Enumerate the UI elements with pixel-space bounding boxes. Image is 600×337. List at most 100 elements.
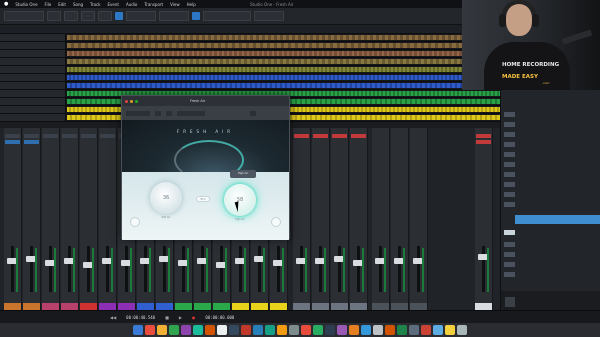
trash-icon[interactable]	[457, 325, 467, 335]
audio-clip[interactable]	[67, 83, 500, 88]
app-icon[interactable]	[157, 325, 167, 335]
menu-edit[interactable]: Edit	[58, 2, 66, 7]
insert-slot[interactable]	[294, 134, 309, 138]
insert-slot[interactable]	[81, 134, 96, 138]
channel-strip[interactable]	[293, 128, 311, 310]
browser-item[interactable]	[517, 121, 597, 128]
track-row[interactable]	[0, 50, 500, 58]
fader-track[interactable]	[49, 246, 52, 292]
fader-track[interactable]	[379, 246, 382, 292]
fader-track[interactable]	[398, 246, 401, 292]
stop-icon[interactable]: ■	[165, 315, 169, 320]
app-icon[interactable]	[349, 325, 359, 335]
fader-track[interactable]	[87, 246, 90, 292]
fader-track[interactable]	[106, 246, 109, 292]
channel-strip[interactable]	[410, 128, 428, 310]
fader-track[interactable]	[30, 246, 33, 292]
fader-track[interactable]	[163, 246, 166, 292]
fader-track[interactable]	[201, 246, 204, 292]
track-header[interactable]	[0, 74, 66, 81]
rewind-icon[interactable]: ◀◀	[110, 315, 116, 320]
channel-strip[interactable]	[391, 128, 409, 310]
fader-track[interactable]	[68, 246, 71, 292]
track-header[interactable]	[0, 50, 66, 57]
insert-slot[interactable]	[476, 140, 491, 144]
browser-item[interactable]	[517, 131, 597, 138]
track-row[interactable]	[0, 66, 500, 74]
channel-strip[interactable]	[42, 128, 60, 310]
channel-strip[interactable]	[4, 128, 22, 310]
browser-item[interactable]	[517, 191, 597, 198]
insert-slot[interactable]	[332, 134, 347, 138]
browser-item[interactable]	[517, 171, 597, 178]
menu-track[interactable]: Track	[90, 2, 100, 7]
edit-mode-toggle[interactable]	[192, 12, 200, 20]
channel-strip[interactable]	[350, 128, 368, 310]
channel-strip[interactable]	[23, 128, 41, 310]
tool-button[interactable]	[47, 11, 61, 21]
fader-track[interactable]	[11, 246, 14, 292]
app-icon[interactable]	[337, 325, 347, 335]
fresh-air-plugin-window[interactable]: Fresh Air FRESH AIR 36 Mid Air 58 High A…	[121, 95, 290, 240]
play-icon[interactable]: ▶	[179, 315, 182, 320]
zoom-window-icon[interactable]	[135, 99, 138, 103]
fader-track[interactable]	[239, 246, 242, 292]
track-header[interactable]	[0, 90, 66, 97]
browser-item[interactable]	[517, 181, 597, 188]
app-icon[interactable]	[169, 325, 179, 335]
fader-track[interactable]	[357, 246, 360, 292]
tool-button[interactable]	[64, 11, 78, 21]
fader-track[interactable]	[338, 246, 341, 292]
fader-track[interactable]	[125, 246, 128, 292]
fader-track[interactable]	[300, 246, 303, 292]
menu-event[interactable]: Event	[108, 2, 119, 7]
browser-item[interactable]	[517, 201, 597, 208]
fader-track[interactable]	[220, 246, 223, 292]
insert-slot[interactable]	[43, 134, 58, 138]
preset-name-field[interactable]	[176, 109, 206, 117]
snap-field[interactable]	[203, 11, 251, 21]
channel-strip[interactable]	[80, 128, 98, 310]
audio-clip[interactable]	[67, 59, 500, 64]
track-header[interactable]	[0, 114, 66, 121]
channel-strip[interactable]	[372, 128, 390, 310]
tool-button[interactable]	[98, 11, 112, 21]
browser-item[interactable]	[517, 251, 597, 258]
app-icon[interactable]	[193, 325, 203, 335]
app-icon[interactable]	[361, 325, 371, 335]
insert-slot[interactable]	[351, 134, 366, 138]
copy-button[interactable]	[165, 109, 173, 117]
fader-track[interactable]	[417, 246, 420, 292]
trim-button[interactable]: Trim	[196, 196, 210, 202]
track-row[interactable]	[0, 42, 500, 50]
snap-toggle[interactable]	[115, 12, 123, 20]
menu-app[interactable]: Studio One	[15, 2, 37, 7]
quantize-field[interactable]	[126, 11, 156, 21]
insert-slot[interactable]	[5, 134, 20, 138]
app-icon[interactable]	[385, 325, 395, 335]
browser-item[interactable]	[517, 161, 597, 168]
menu-audio[interactable]: Audio	[126, 2, 137, 7]
app-icon[interactable]	[217, 325, 227, 335]
menu-file[interactable]: File	[45, 2, 52, 7]
fader-track[interactable]	[319, 246, 322, 292]
audio-clip[interactable]	[67, 43, 500, 48]
app-icon[interactable]	[241, 325, 251, 335]
browser-item[interactable]	[517, 241, 597, 248]
audio-clip[interactable]	[67, 35, 500, 40]
song-selector[interactable]	[4, 11, 44, 21]
app-icon[interactable]	[433, 325, 443, 335]
insert-slot[interactable]	[100, 134, 115, 138]
browser-item[interactable]	[517, 151, 597, 158]
mid-air-knob[interactable]: 36	[150, 182, 182, 214]
app-icon[interactable]	[277, 325, 287, 335]
browser-item-selected[interactable]	[515, 215, 600, 224]
track-header[interactable]	[0, 106, 66, 113]
menu-transport[interactable]: Transport	[144, 2, 163, 7]
browser-item[interactable]	[517, 261, 597, 268]
app-icon[interactable]	[289, 325, 299, 335]
insert-slot[interactable]	[24, 134, 39, 138]
compare-button[interactable]	[154, 109, 162, 117]
track-row[interactable]	[0, 34, 500, 42]
track-header[interactable]	[0, 66, 66, 73]
